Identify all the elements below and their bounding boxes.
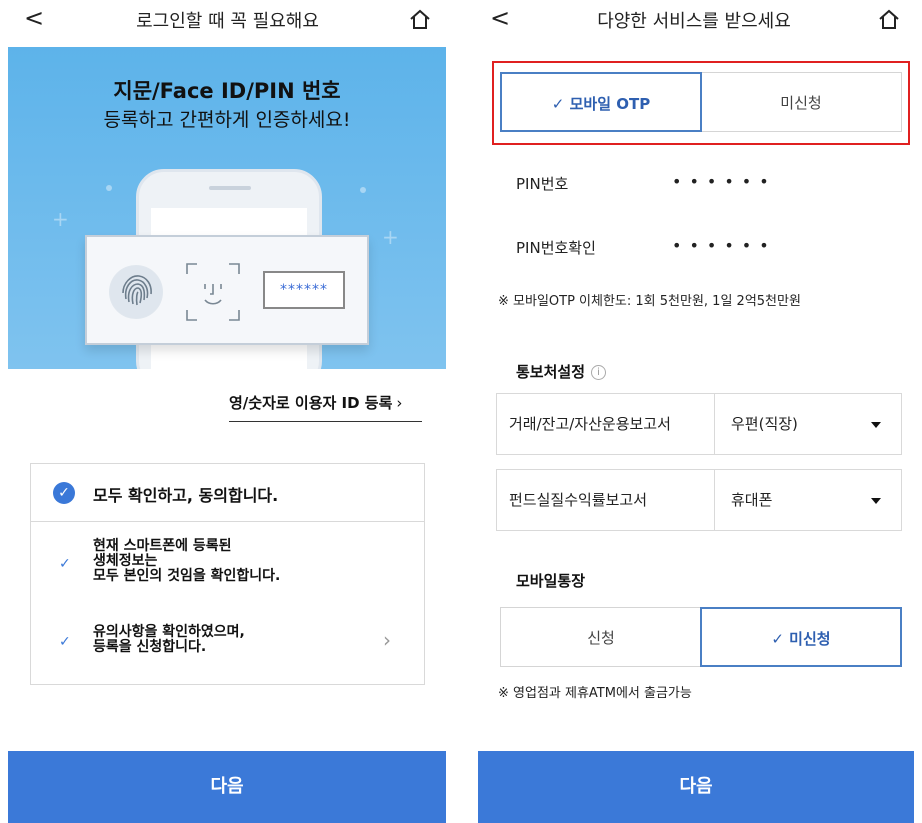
notify-row-label: 거래/잔고/자산운용보고서	[497, 394, 715, 454]
notify-section-title: 통보처설정 i	[516, 361, 607, 382]
otp-mobile-option[interactable]: ✓ 모바일 OTP	[500, 72, 702, 132]
page-title: 로그인할 때 꼭 필요해요	[136, 11, 319, 32]
home-icon[interactable]	[409, 8, 431, 30]
home-icon[interactable]	[878, 8, 900, 30]
dropdown-caret-icon	[871, 498, 881, 504]
atm-note: ※ 영업점과 제휴ATM에서 출금가능	[498, 686, 692, 701]
info-icon[interactable]: i	[591, 365, 607, 380]
next-button[interactable]: 다음	[478, 751, 914, 823]
check-icon[interactable]: ✓	[59, 556, 71, 572]
pin-label: PIN번호	[516, 175, 569, 193]
dropdown-caret-icon	[871, 422, 881, 428]
screen-divider	[455, 0, 466, 823]
pin-input[interactable]: ••••••	[672, 172, 777, 191]
notify-row-select[interactable]: 휴대폰	[715, 470, 901, 530]
consent-item-text: 현재 스마트폰에 등록된 생체정보는 모두 본인의 것임을 확인합니다.	[93, 538, 281, 584]
otp-limit-note: ※ 모바일OTP 이체한도: 1회 5천만원, 1일 2억5천만원	[498, 294, 801, 309]
agree-all-row[interactable]: ✓ 모두 확인하고, 동의합니다.	[31, 464, 424, 522]
otp-none-option[interactable]: 미신청	[700, 72, 902, 132]
face-id-icon	[186, 263, 240, 321]
decor-plus-icon: +	[382, 225, 399, 249]
chevron-right-icon: ›	[396, 394, 403, 412]
biometric-banner: 지문/Face ID/PIN 번호 등록하고 간편하게 인증하세요! + + *…	[8, 47, 446, 369]
agree-all-label: 모두 확인하고, 동의합니다.	[93, 486, 279, 505]
next-button[interactable]: 다음	[8, 751, 446, 823]
notify-row-select[interactable]: 우편(직장)	[715, 394, 901, 454]
notify-row-label: 펀드실질수익률보고서	[497, 470, 715, 530]
register-id-label: 영/숫자로 이용자 ID 등록	[229, 394, 393, 412]
header: < 다양한 서비스를 받으세요	[466, 0, 922, 40]
passbook-section-title: 모바일통장	[516, 572, 586, 590]
auth-card-illustration: ******	[85, 235, 369, 345]
page-title: 다양한 서비스를 받으세요	[597, 11, 791, 32]
notify-row: 거래/잔고/자산운용보고서 우편(직장)	[496, 393, 902, 455]
passbook-none-option[interactable]: ✓ 미신청	[700, 607, 902, 667]
notify-section-label: 통보처설정	[516, 363, 586, 381]
notify-row-value: 휴대폰	[731, 491, 773, 509]
notify-row-value: 우편(직장)	[731, 415, 798, 433]
pin-field-illustration: ******	[263, 271, 345, 309]
right-screen: < 다양한 서비스를 받으세요 ✓ 모바일 OTP 미신청 PIN번호 ••••…	[466, 0, 922, 823]
decor-dot-icon	[360, 187, 366, 193]
chevron-right-icon[interactable]: ›	[383, 628, 391, 652]
pin-confirm-label: PIN번호확인	[516, 239, 596, 257]
register-id-link[interactable]: 영/숫자로 이용자 ID 등록 ›	[229, 392, 422, 422]
pin-confirm-input[interactable]: ••••••	[672, 236, 777, 255]
left-screen: < 로그인할 때 꼭 필요해요 지문/Face ID/PIN 번호 등록하고 간…	[0, 0, 455, 823]
banner-subtitle: 등록하고 간편하게 인증하세요!	[103, 109, 351, 131]
consent-box: ✓ 모두 확인하고, 동의합니다. ✓ 현재 스마트폰에 등록된 생체정보는 모…	[30, 463, 425, 685]
header: < 로그인할 때 꼭 필요해요	[0, 0, 455, 40]
check-icon[interactable]: ✓	[59, 634, 71, 650]
fingerprint-icon	[109, 265, 163, 319]
passbook-apply-option[interactable]: 신청	[500, 607, 702, 667]
phone-notch	[209, 186, 251, 190]
check-circle-icon[interactable]: ✓	[53, 482, 75, 504]
notify-row: 펀드실질수익률보고서 휴대폰	[496, 469, 902, 531]
decor-plus-icon: +	[52, 207, 69, 231]
consent-item[interactable]: ✓ 현재 스마트폰에 등록된 생체정보는 모두 본인의 것임을 확인합니다.	[31, 534, 424, 604]
consent-item[interactable]: ✓ 유의사항을 확인하였으며, 등록을 신청합니다. ›	[31, 622, 424, 672]
banner-title: 지문/Face ID/PIN 번호	[113, 79, 341, 103]
consent-item-text: 유의사항을 확인하였으며, 등록을 신청합니다.	[93, 624, 245, 655]
decor-dot-icon	[106, 185, 112, 191]
